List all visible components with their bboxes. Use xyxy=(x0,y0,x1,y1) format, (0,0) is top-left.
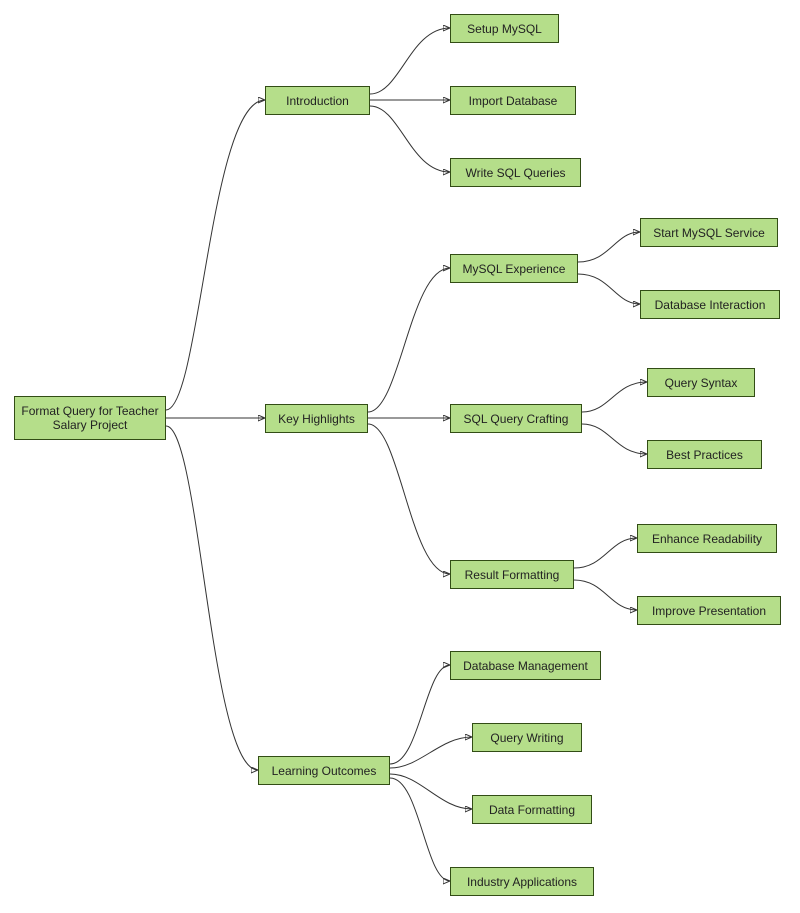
node-introduction: Introduction xyxy=(265,86,370,115)
node-result-formatting: Result Formatting xyxy=(450,560,574,589)
node-query-syntax: Query Syntax xyxy=(647,368,755,397)
node-setup-mysql: Setup MySQL xyxy=(450,14,559,43)
node-improve-presentation: Improve Presentation xyxy=(637,596,781,625)
node-mysql-experience: MySQL Experience xyxy=(450,254,578,283)
node-learning-outcomes: Learning Outcomes xyxy=(258,756,390,785)
node-write-sql: Write SQL Queries xyxy=(450,158,581,187)
node-db-interaction: Database Interaction xyxy=(640,290,780,319)
node-key-highlights: Key Highlights xyxy=(265,404,368,433)
node-industry-apps: Industry Applications xyxy=(450,867,594,896)
node-root: Format Query for Teacher Salary Project xyxy=(14,396,166,440)
node-import-database: Import Database xyxy=(450,86,576,115)
node-query-writing: Query Writing xyxy=(472,723,582,752)
node-db-management: Database Management xyxy=(450,651,601,680)
node-sql-crafting: SQL Query Crafting xyxy=(450,404,582,433)
node-start-mysql: Start MySQL Service xyxy=(640,218,778,247)
node-enhance-readability: Enhance Readability xyxy=(637,524,777,553)
node-data-formatting: Data Formatting xyxy=(472,795,592,824)
node-best-practices: Best Practices xyxy=(647,440,762,469)
